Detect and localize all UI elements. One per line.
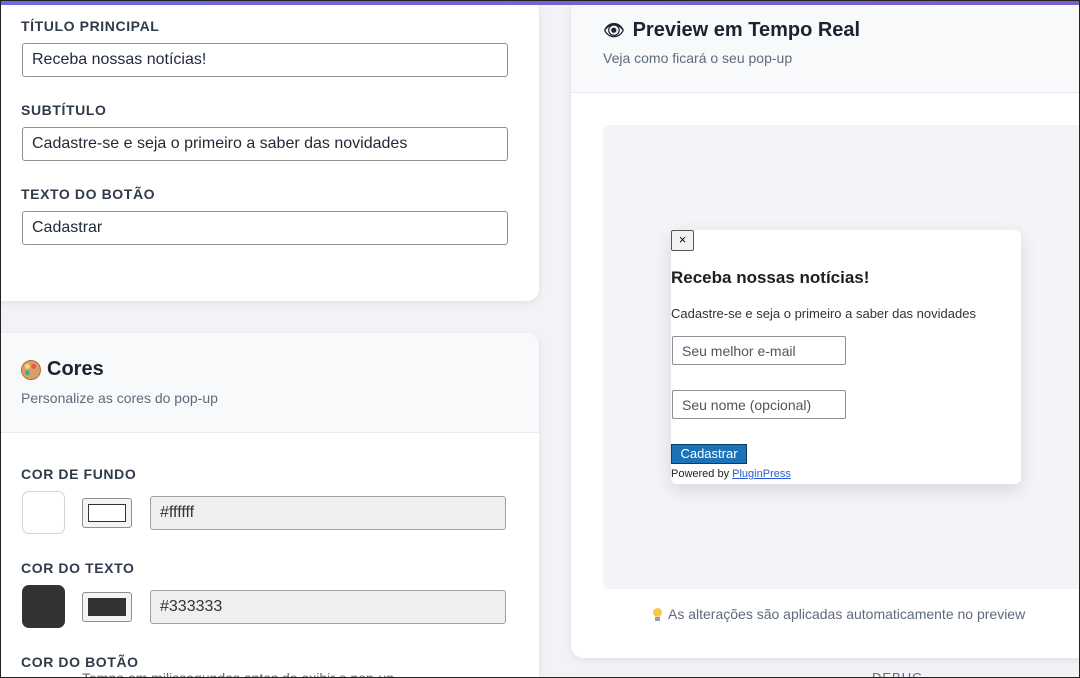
- title-label: TÍTULO PRINCIPAL: [21, 18, 160, 34]
- background-color-swatch[interactable]: [22, 491, 65, 534]
- delay-help-text: Tempo em milissegundos antes de exibir o…: [82, 670, 395, 678]
- powered-by: Powered by PluginPress: [671, 468, 791, 480]
- text-color-hex-input[interactable]: [150, 590, 506, 624]
- colors-card: Cores Personalize as cores do pop-up COR…: [0, 333, 539, 678]
- background-color-picker-fill: [88, 504, 126, 522]
- debug-cut-text: DEBUG: [872, 670, 924, 678]
- popup-submit-button[interactable]: Cadastrar: [671, 444, 747, 464]
- preview-hint: As alterações são aplicadas automaticame…: [653, 606, 1025, 622]
- colors-title-text: Cores: [47, 358, 104, 380]
- text-color-label: COR DO TEXTO: [21, 560, 135, 576]
- eye-icon: 👁: [603, 20, 625, 40]
- button-text-input[interactable]: [22, 211, 508, 245]
- powered-by-link[interactable]: PluginPress: [732, 468, 791, 480]
- title-input[interactable]: [22, 43, 508, 77]
- text-color-swatch[interactable]: [22, 585, 65, 628]
- colors-subtitle: Personalize as cores do pop-up: [21, 390, 218, 406]
- button-text-label: TEXTO DO BOTÃO: [21, 186, 156, 202]
- preview-subtitle: Veja como ficará o seu pop-up: [603, 50, 793, 66]
- popup-preview: × Receba nossas notícias! Cadastre-se e …: [671, 230, 1021, 484]
- popup-subtitle: Cadastre-se e seja o primeiro a saber da…: [671, 306, 976, 321]
- colors-header: Cores Personalize as cores do pop-up: [0, 333, 539, 433]
- text-color-picker-fill: [88, 598, 126, 616]
- background-color-hex-input[interactable]: [150, 496, 506, 530]
- background-color-label: COR DE FUNDO: [21, 466, 137, 482]
- top-accent-bar: [0, 0, 1080, 5]
- lightbulb-icon: [653, 607, 662, 621]
- powered-by-prefix: Powered by: [671, 468, 730, 480]
- preview-title-text: Preview em Tempo Real: [632, 19, 861, 41]
- text-settings-card: TÍTULO PRINCIPAL SUBTÍTULO TEXTO DO BOTÃ…: [0, 0, 539, 301]
- preview-hint-text: As alterações são aplicadas automaticame…: [668, 606, 1026, 622]
- button-color-label: COR DO BOTÃO: [21, 654, 139, 670]
- popup-title: Receba nossas notícias!: [671, 268, 870, 287]
- colors-title: Cores: [21, 358, 104, 381]
- popup-name-input[interactable]: [672, 390, 846, 419]
- background-color-picker[interactable]: [82, 498, 132, 528]
- close-icon[interactable]: ×: [671, 230, 694, 251]
- subtitle-input[interactable]: [22, 127, 508, 161]
- text-color-picker[interactable]: [82, 592, 132, 622]
- popup-email-input[interactable]: [672, 336, 846, 365]
- preview-title: 👁 Preview em Tempo Real: [603, 19, 860, 42]
- subtitle-label: SUBTÍTULO: [21, 102, 107, 118]
- preview-header: 👁 Preview em Tempo Real Veja como ficará…: [571, 0, 1080, 93]
- palette-icon: [21, 359, 41, 380]
